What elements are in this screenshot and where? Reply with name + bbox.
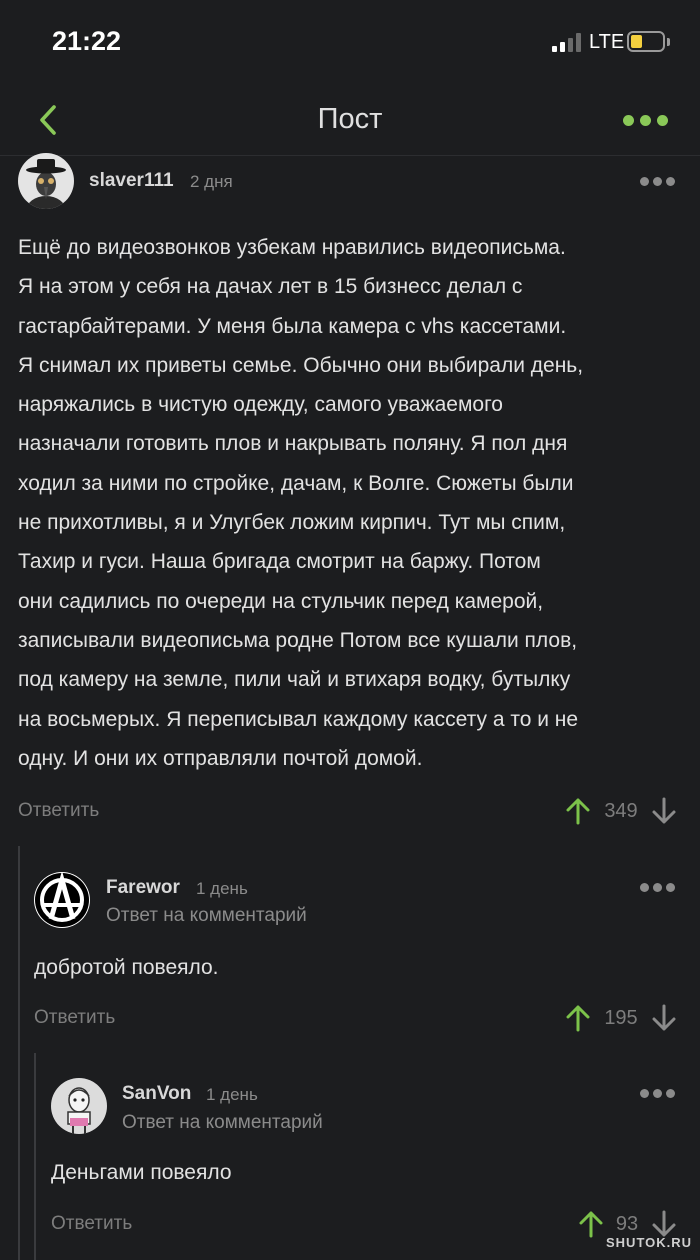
comment-date: 1 день <box>206 1085 258 1104</box>
upvote-button[interactable] <box>565 797 591 825</box>
downvote-button[interactable] <box>651 1210 677 1238</box>
comment-menu-button[interactable] <box>638 174 678 188</box>
user-avatar-icon <box>18 153 74 209</box>
comment-score: 349 <box>604 800 638 822</box>
network-type: LTE <box>589 31 625 53</box>
arrow-down-icon <box>652 1210 676 1237</box>
avatar[interactable] <box>51 1078 107 1134</box>
post-menu-button[interactable] <box>616 108 672 132</box>
arrow-down-icon <box>652 797 676 824</box>
comment-date: 1 день <box>196 879 248 898</box>
arrow-down-icon <box>652 1004 676 1031</box>
anarchy-avatar-icon <box>34 872 90 928</box>
avatar[interactable] <box>18 153 74 209</box>
comment-body: добротой повеяло. <box>34 956 219 979</box>
thread-line <box>34 1053 36 1260</box>
page-title: Пост <box>317 103 383 135</box>
reply-button[interactable]: Ответить <box>18 800 99 822</box>
cartoon-avatar-icon <box>51 1078 107 1134</box>
avatar[interactable] <box>34 872 90 928</box>
comment-username[interactable]: Farewor <box>106 877 180 899</box>
battery-cap <box>667 38 670 46</box>
comment-body: Деньгами повеяло <box>51 1161 232 1184</box>
reply-button[interactable]: Ответить <box>51 1213 132 1235</box>
arrow-up-icon <box>566 1005 590 1032</box>
reply-to-link[interactable]: Ответ на комментарий <box>106 905 307 927</box>
nav-bar: Пост <box>0 84 700 156</box>
comment-username[interactable]: slaver111 <box>89 170 174 192</box>
comment-score: 195 <box>604 1007 638 1029</box>
downvote-button[interactable] <box>651 797 677 825</box>
downvote-button[interactable] <box>651 1004 677 1032</box>
comment-username[interactable]: SanVon <box>122 1083 191 1105</box>
comment-menu-button[interactable] <box>638 1086 678 1100</box>
watermark: SHUTOK.RU <box>606 1235 693 1250</box>
thread-line <box>18 846 20 1260</box>
reply-button[interactable]: Ответить <box>34 1007 115 1029</box>
battery-icon <box>627 31 665 52</box>
upvote-button[interactable] <box>565 1004 591 1032</box>
upvote-button[interactable] <box>578 1210 604 1238</box>
comment-menu-button[interactable] <box>638 880 678 894</box>
comment-body: Ещё до видеозвонков узбекам нравились ви… <box>18 236 584 770</box>
status-time: 21:22 <box>52 26 122 56</box>
arrow-up-icon <box>566 798 590 825</box>
comment-date: 2 дня <box>190 172 233 191</box>
comment-score: 93 <box>615 1213 639 1235</box>
signal-icon <box>552 32 582 52</box>
reply-to-link[interactable]: Ответ на комментарий <box>122 1112 323 1134</box>
arrow-up-icon <box>579 1211 603 1238</box>
status-bar: 21:22 LTE <box>0 0 700 84</box>
